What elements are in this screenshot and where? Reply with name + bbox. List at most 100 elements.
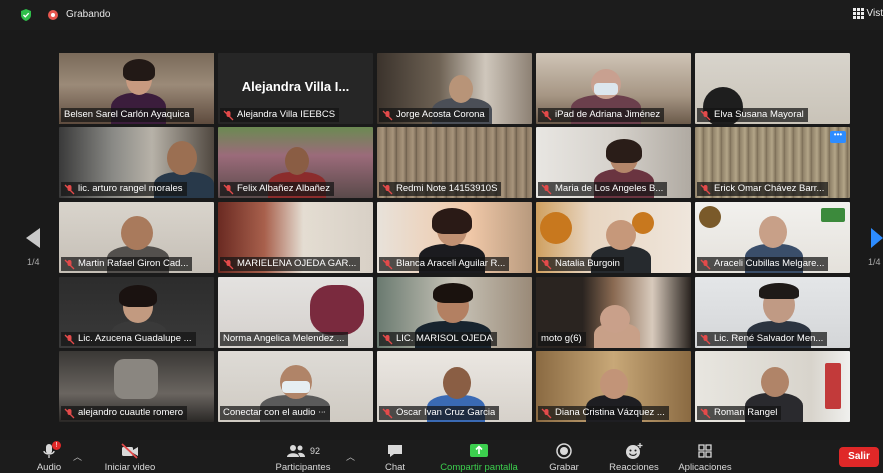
video-tile[interactable]: Diana Cristina Vázquez ...: [536, 351, 691, 422]
participant-nameplate: Jorge Acosta Corona: [379, 108, 489, 122]
previous-page-icon[interactable]: [24, 226, 42, 250]
video-tile[interactable]: LIC. MARISOL OJEDA: [377, 277, 532, 348]
video-tile[interactable]: MARIELENA OJEDA GAR...: [218, 202, 373, 273]
participant-nameplate: lic. arturo rangel morales: [61, 182, 187, 196]
video-tile[interactable]: Roman Rangel: [695, 351, 850, 422]
video-tile[interactable]: Araceli Cubillas Melgare...: [695, 202, 850, 273]
chat-icon: [388, 445, 402, 457]
reactions-icon: [626, 443, 643, 459]
participant-name: alejandro cuautle romero: [78, 407, 184, 418]
participant-name: MARIELENA OJEDA GAR...: [237, 258, 357, 269]
reactions-button[interactable]: Reacciones: [606, 442, 662, 473]
mic-muted-icon: [382, 259, 393, 269]
chat-label: Chat: [384, 462, 406, 473]
video-tile[interactable]: alejandro cuautle romero: [59, 351, 214, 422]
shield-icon[interactable]: [20, 9, 32, 21]
video-tile[interactable]: Maria de Los Angeles B...: [536, 127, 691, 198]
video-tile[interactable]: Belsen Sarel Carlón Ayaquica: [59, 53, 214, 124]
participant-nameplate: Lic. Azucena Guadalupe ...: [61, 332, 196, 346]
video-tile[interactable]: Natalia Burgoin: [536, 202, 691, 273]
participant-name: Araceli Cubillas Melgare...: [714, 258, 825, 269]
mic-muted-icon: [700, 408, 711, 418]
participant-name: Maria de Los Angeles B...: [555, 183, 664, 194]
video-tile[interactable]: Felix Albañez Albañez: [218, 127, 373, 198]
participant-name: Roman Rangel: [714, 407, 778, 418]
video-tile[interactable]: Lic. René Salvador Men...: [695, 277, 850, 348]
leave-button[interactable]: Salir: [839, 447, 879, 467]
participant-name: Lic. Azucena Guadalupe ...: [78, 333, 192, 344]
participant-nameplate: Lic. René Salvador Men...: [697, 332, 828, 346]
mic-muted-icon: [382, 408, 393, 418]
record-button[interactable]: Grabar: [546, 442, 582, 473]
participant-nameplate: Redmi Note 14153910S: [379, 182, 502, 196]
video-tile[interactable]: Elva Susana Mayoral: [695, 53, 850, 124]
video-tile[interactable]: Oscar Ivan Cruz Garcia: [377, 351, 532, 422]
mic-muted-icon: [64, 408, 75, 418]
participants-options-caret[interactable]: ︿: [346, 450, 355, 463]
participant-nameplate: Conectar con el audio ⋅ᐧ⋅: [220, 406, 330, 420]
view-button[interactable]: Vist: [852, 8, 883, 19]
share-screen-label: Compartir pantalla: [440, 462, 518, 473]
participant-name: Erick Omar Chávez Barr...: [714, 183, 825, 194]
grid-view-icon: [852, 8, 864, 19]
video-off-icon: [121, 443, 138, 459]
participant-nameplate: Elva Susana Mayoral: [697, 108, 808, 122]
participant-nameplate: moto g(6): [538, 332, 586, 346]
more-options-button[interactable]: •••: [830, 131, 846, 143]
participant-name: Oscar Ivan Cruz Garcia: [396, 407, 496, 418]
participant-name: Jorge Acosta Corona: [396, 109, 485, 120]
video-tile[interactable]: Martin Rafael Giron Cad...: [59, 202, 214, 273]
mic-muted-icon: [700, 334, 711, 344]
participant-name: Martin Rafael Giron Cad...: [78, 258, 189, 269]
reactions-label: Reacciones: [609, 462, 659, 473]
participant-nameplate: Natalia Burgoin: [538, 257, 624, 271]
video-tile[interactable]: ••• Erick Omar Chávez Barr...: [695, 127, 850, 198]
video-tile[interactable]: Blanca Araceli Aguilar R...: [377, 202, 532, 273]
next-page-icon[interactable]: [869, 226, 883, 250]
participant-name: lic. arturo rangel morales: [78, 183, 183, 194]
participants-button[interactable]: 92 Participantes: [272, 442, 334, 473]
video-tile[interactable]: Redmi Note 14153910S: [377, 127, 532, 198]
chat-button[interactable]: Chat: [380, 442, 410, 473]
video-tile[interactable]: Alejandra Villa I... Alejandra Villa IEE…: [218, 53, 373, 124]
participant-name: iPad de Adriana Jiménez: [555, 109, 661, 120]
mic-muted-icon: [700, 259, 711, 269]
share-screen-button[interactable]: Compartir pantalla: [436, 442, 522, 473]
participant-display-name: Alejandra Villa I...: [241, 79, 350, 94]
recording-icon: [48, 10, 58, 20]
apps-icon: [698, 444, 712, 458]
participants-label: Participantes: [275, 462, 331, 473]
participant-nameplate: alejandro cuautle romero: [61, 406, 188, 420]
video-tile[interactable]: lic. arturo rangel morales: [59, 127, 214, 198]
audio-button[interactable]: Audio: [30, 442, 68, 473]
record-icon: [556, 443, 572, 459]
participant-nameplate: Norma Angelica Melendez ...: [220, 332, 349, 346]
apps-button[interactable]: Aplicaciones: [674, 442, 736, 473]
participant-name: Natalia Burgoin: [555, 258, 620, 269]
audio-alert-badge: !: [52, 441, 61, 450]
participant-nameplate: LIC. MARISOL OJEDA: [379, 332, 497, 346]
mic-muted-icon: [382, 184, 393, 194]
mic-muted-icon: [541, 184, 552, 194]
participant-name: Diana Cristina Vázquez ...: [555, 407, 665, 418]
mic-muted-icon: [223, 184, 234, 194]
audio-options-caret[interactable]: ︿: [73, 450, 82, 463]
participant-name: Alejandra Villa IEEBCS: [237, 109, 336, 120]
participant-name: Elva Susana Mayoral: [714, 109, 804, 120]
mic-muted-icon: [700, 184, 711, 194]
participant-nameplate: Alejandra Villa IEEBCS: [220, 108, 340, 122]
video-tile[interactable]: Jorge Acosta Corona: [377, 53, 532, 124]
video-tile[interactable]: Lic. Azucena Guadalupe ...: [59, 277, 214, 348]
video-tile[interactable]: Conectar con el audio ⋅ᐧ⋅: [218, 351, 373, 422]
video-tile[interactable]: Norma Angelica Melendez ...: [218, 277, 373, 348]
mic-muted-icon: [64, 334, 75, 344]
participant-nameplate: Felix Albañez Albañez: [220, 182, 334, 196]
participant-nameplate: Diana Cristina Vázquez ...: [538, 406, 669, 420]
audio-label: Audio: [36, 462, 62, 473]
start-video-button[interactable]: Iniciar video: [100, 442, 160, 473]
video-tile[interactable]: iPad de Adriana Jiménez: [536, 53, 691, 124]
video-tile[interactable]: moto g(6): [536, 277, 691, 348]
participant-nameplate: iPad de Adriana Jiménez: [538, 108, 665, 122]
meeting-toolbar: Audio ! ︿ Iniciar video 92 Participantes…: [0, 440, 883, 473]
mic-muted-icon: [700, 110, 711, 120]
